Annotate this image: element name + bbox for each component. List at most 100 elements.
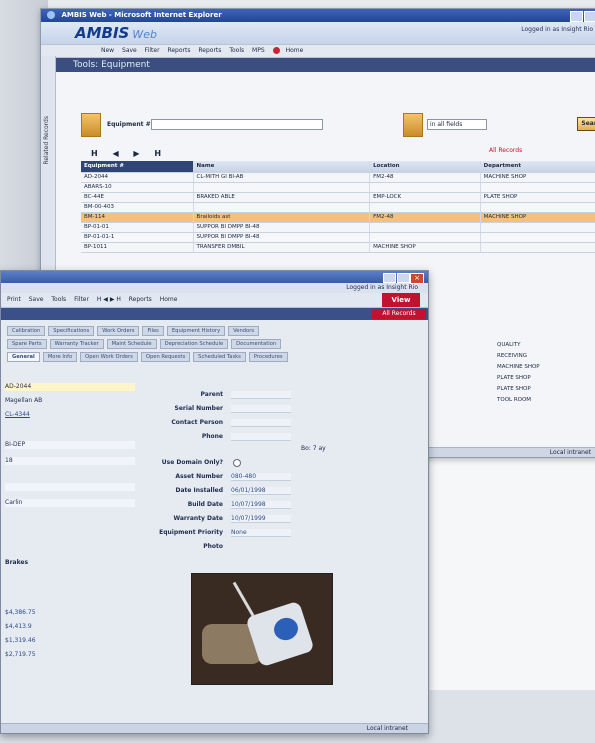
department-field[interactable]: BI-DEP [5, 441, 135, 449]
list-item[interactable]: QUALITY [497, 340, 595, 351]
toolbar-tools[interactable]: Tools [51, 296, 66, 303]
tab-more-info[interactable]: More Info [42, 352, 78, 362]
asset-number-field[interactable]: 080-480 [231, 473, 291, 481]
tab-procedures[interactable]: Procedures [248, 352, 288, 362]
table-row[interactable]: BP-1011 TRANSFER DMBIL MACHINE SHOP [81, 243, 595, 253]
equipment-number-field[interactable]: AD-2044 [5, 383, 135, 391]
toolbar-print[interactable]: Print [7, 296, 21, 303]
equipment-name-field[interactable]: Magellan AB [5, 397, 42, 405]
detail-tabs: Calibration Specifications Work Orders F… [1, 320, 428, 362]
toolbar-new[interactable]: New [101, 47, 114, 54]
toolbar-tools[interactable]: Tools [229, 47, 244, 54]
toolbar-mps[interactable]: MPS [252, 47, 265, 54]
folder-icon [403, 113, 423, 137]
search-input[interactable] [151, 119, 323, 130]
label-use-domain: Use Domain Only? [161, 459, 223, 466]
equipment-link-field[interactable]: CL-4344 [5, 411, 30, 419]
toolbar-filter[interactable]: Filter [145, 47, 160, 54]
label-asset-number: Asset Number [175, 473, 223, 480]
detail-toolbar: Print Save Tools Filter H ◀ ▶ H Reports … [1, 293, 428, 308]
tab-vendors[interactable]: Vendors [228, 326, 260, 336]
equipment-photo[interactable] [191, 573, 333, 685]
table-row[interactable]: BC-44E BRAKED ABLE EMP-LOCK PLATE SHOP [81, 193, 595, 203]
minimize-icon[interactable] [383, 273, 396, 283]
all-records-link[interactable]: All Records [489, 147, 522, 154]
close-icon[interactable]: × [410, 273, 424, 284]
tab-row-1: Calibration Specifications Work Orders F… [7, 326, 424, 336]
equipment-table: Equipment # Name Location Department AD-… [81, 161, 595, 253]
tab-general[interactable]: General [7, 352, 40, 362]
date-installed-field[interactable]: 06/01/1998 [231, 487, 291, 495]
photo-antenna [232, 581, 255, 617]
maximize-icon[interactable] [397, 273, 410, 283]
maximize-icon[interactable] [570, 11, 583, 22]
table-row[interactable]: ABARS-10 [81, 183, 595, 193]
tab-equipment-history[interactable]: Equipment History [166, 326, 226, 336]
equipment-priority-field[interactable]: None [231, 529, 291, 537]
toolbar-reports[interactable]: Reports [167, 47, 190, 54]
label-serial: Serial Number [174, 405, 223, 412]
parent-field[interactable] [231, 391, 291, 399]
toolbar-filter[interactable]: Filter [74, 296, 89, 303]
list-item[interactable]: PLATE SHOP [497, 384, 595, 395]
search-icon [81, 113, 101, 137]
close-icon[interactable] [584, 11, 595, 22]
col-department[interactable]: Department [481, 161, 595, 172]
label-date-installed: Date Installed [175, 487, 223, 494]
detail-title-bar: × [1, 271, 428, 284]
tab-maint-schedule[interactable]: Maint Schedule [106, 339, 157, 349]
tab-depreciation[interactable]: Depreciation Schedule [159, 339, 229, 349]
warranty-date-field[interactable]: 10/07/1999 [231, 515, 291, 523]
tab-specifications[interactable]: Specifications [48, 326, 95, 336]
tab-open-requests[interactable]: Open Requests [140, 352, 191, 362]
build-date-field[interactable]: 10/07/1998 [231, 501, 291, 509]
tab-row-3: General More Info Open Work Orders Open … [7, 352, 424, 362]
count-field[interactable]: 18 [5, 457, 135, 465]
table-row[interactable]: AD-2044 CL-MITH GI BI-AB FM2-48 MACHINE SHO… [81, 173, 595, 183]
app-brand: AMBIS Web [75, 24, 157, 42]
toolbar-save[interactable]: Save [122, 47, 137, 54]
pager-controls[interactable]: H ◀ ▶ H [91, 149, 167, 158]
tab-calibration[interactable]: Calibration [7, 326, 46, 336]
blank-field[interactable] [5, 483, 135, 491]
tab-documentation[interactable]: Documentation [231, 339, 282, 349]
all-records-button[interactable]: All Records [372, 309, 426, 319]
list-item[interactable]: RECEIVING [497, 351, 595, 362]
toolbar-reports[interactable]: Reports [129, 296, 152, 303]
tab-spare-parts[interactable]: Spare Parts [7, 339, 47, 349]
col-equipment[interactable]: Equipment # [81, 161, 194, 172]
list-item[interactable]: MACHINE SHOP [497, 362, 595, 373]
phone-field[interactable] [231, 433, 291, 441]
toolbar-save[interactable]: Save [29, 296, 44, 303]
search-field-select[interactable]: in all fields [427, 119, 487, 130]
col-name[interactable]: Name [194, 161, 371, 172]
table-row[interactable]: BP-01-01 SUPPOR BI DMPP BI-48 [81, 223, 595, 233]
toolbar-home[interactable]: Home [272, 47, 310, 54]
toolbar-home[interactable]: Home [160, 296, 178, 303]
col-location[interactable]: Location [370, 161, 481, 172]
tab-warranty-tracker[interactable]: Warranty Tracker [49, 339, 104, 349]
detail-header-band: All Records [1, 308, 428, 320]
list-item[interactable]: PLATE SHOP [497, 373, 595, 384]
search-label: Equipment # [107, 121, 151, 128]
view-button[interactable]: View [382, 293, 420, 307]
nav-arrows-icon[interactable]: H ◀ ▶ H [97, 296, 121, 303]
main-toolbar: New Save Filter Reports Reports Tools MP… [41, 44, 595, 58]
table-row-selected[interactable]: BM-114 Brailoids ast FM2-48 MACHINE SHOP [81, 213, 595, 223]
app-header: AMBIS Web Logged in as Insight Rio [41, 22, 595, 44]
tab-files[interactable]: Files [142, 326, 164, 336]
search-button[interactable]: Search [577, 117, 595, 131]
contact-field[interactable] [231, 419, 291, 427]
tab-work-orders[interactable]: Work Orders [97, 326, 140, 336]
use-domain-radio[interactable] [233, 459, 241, 467]
table-row[interactable]: BM-00-403 [81, 203, 595, 213]
serial-field[interactable] [231, 405, 291, 413]
tab-open-work-orders[interactable]: Open Work Orders [80, 352, 138, 362]
location-field[interactable]: Carlin [5, 499, 135, 507]
tab-scheduled-tasks[interactable]: Scheduled Tasks [193, 352, 246, 362]
table-row[interactable]: BP-01-01-1 SUPPOR BI DMPP BI-48 [81, 233, 595, 243]
toolbar-reports-2[interactable]: Reports [198, 47, 221, 54]
label-contact: Contact Person [171, 419, 223, 426]
home-icon [272, 47, 280, 54]
list-item[interactable]: TOOL ROOM [497, 395, 595, 406]
